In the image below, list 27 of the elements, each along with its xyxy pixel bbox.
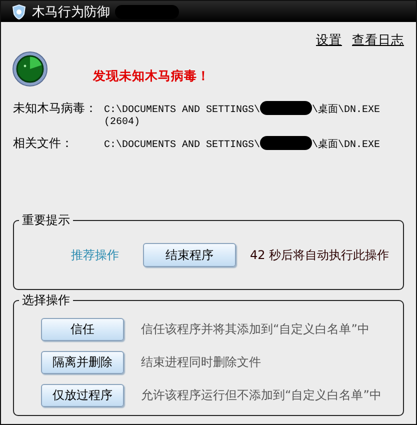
alert-message: 发现未知木马病毒！ [93, 68, 210, 84]
redaction-mark [260, 101, 312, 115]
header-link[interactable]: 查看日志 [352, 32, 404, 48]
option-description: 信任该程序并将其添加到“自定义白名单”中 [141, 321, 370, 338]
redaction-mark [115, 4, 179, 18]
countdown-text: 42 秒后将自动执行此操作 [250, 246, 390, 264]
radar-icon [12, 51, 48, 87]
file-path: \桌面\DN.EXE [312, 105, 380, 116]
option-button[interactable]: 信任 [41, 318, 124, 341]
option-button[interactable]: 隔离并删除 [41, 351, 124, 374]
option-description: 允许该程序运行但不添加到“自定义白名单”中 [141, 387, 382, 404]
option-description: 结束进程同时删除文件 [141, 354, 261, 371]
window-title: 木马行为防御 [32, 4, 110, 20]
recommend-label: 推荐操作 [71, 246, 120, 264]
shield-icon [11, 4, 27, 20]
header-link[interactable]: 设置 [316, 32, 342, 48]
process-id: (2604) [104, 117, 142, 129]
group-title: 选择操作 [19, 292, 73, 308]
redaction-mark [260, 136, 312, 150]
file-path: C:\DOCUMENTS AND SETTINGS\ [104, 140, 260, 151]
field-label: 未知木马病毒： [13, 100, 98, 117]
end-program-button[interactable]: 结束程序 [143, 243, 236, 267]
option-button[interactable]: 仅放过程序 [41, 384, 124, 407]
file-path: C:\DOCUMENTS AND SETTINGS\ [104, 105, 260, 116]
file-path: \桌面\DN.EXE [312, 140, 380, 151]
field-label: 相关文件： [13, 135, 74, 152]
group-title: 重要提示 [19, 212, 73, 228]
